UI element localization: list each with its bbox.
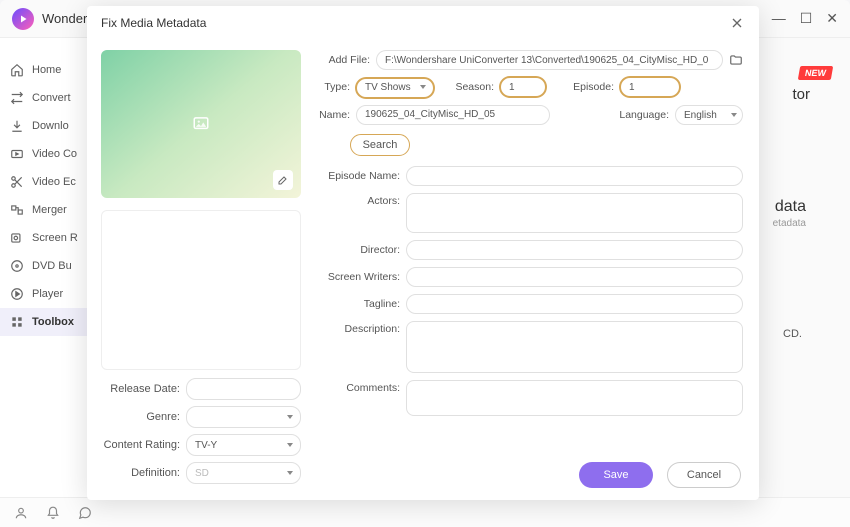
comments-input[interactable] <box>406 380 743 416</box>
image-icon <box>190 114 212 132</box>
sidebar-item-label: Video Co <box>32 148 77 160</box>
description-label: Description: <box>318 321 406 335</box>
name-input[interactable] <box>356 105 550 125</box>
save-button[interactable]: Save <box>579 462 653 488</box>
episode-label: Episode: <box>556 81 620 93</box>
grid-icon <box>10 315 24 329</box>
folder-icon[interactable] <box>729 53 743 67</box>
comments-label: Comments: <box>318 380 406 394</box>
sidebar-item-label: DVD Bu <box>32 260 72 272</box>
partial-text-cd: CD. <box>783 328 802 340</box>
sidebar-item-dvd-burner[interactable]: DVD Bu <box>0 252 91 280</box>
season-label: Season: <box>444 81 500 93</box>
scissors-icon <box>10 175 24 189</box>
home-icon <box>10 63 24 77</box>
record-icon <box>10 231 24 245</box>
sidebar-item-video-compressor[interactable]: Video Co <box>0 140 91 168</box>
definition-label: Definition: <box>101 467 186 479</box>
content-rating-select[interactable] <box>186 434 301 456</box>
sidebar-item-label: Toolbox <box>32 316 74 328</box>
merge-icon <box>10 203 24 217</box>
new-badge: NEW <box>798 66 833 80</box>
app-logo <box>12 8 34 30</box>
sidebar-item-toolbox[interactable]: Toolbox <box>0 308 91 336</box>
sidebar-item-home[interactable]: Home <box>0 56 91 84</box>
content-rating-label: Content Rating: <box>101 439 186 451</box>
sidebar-item-label: Screen R <box>32 232 78 244</box>
type-label: Type: <box>318 81 356 93</box>
sidebar: Home Convert Downlo Video Co Video Ec Me… <box>0 38 92 527</box>
genre-select[interactable] <box>186 406 301 428</box>
sidebar-item-label: Video Ec <box>32 176 76 188</box>
close-button[interactable]: ✕ <box>826 10 838 27</box>
add-file-label: Add File: <box>318 54 376 66</box>
release-date-input[interactable] <box>186 378 301 400</box>
add-file-input[interactable] <box>376 50 723 70</box>
genre-label: Genre: <box>101 411 186 423</box>
sidebar-item-video-editor[interactable]: Video Ec <box>0 168 91 196</box>
modal-title: Fix Media Metadata <box>101 16 206 30</box>
episode-name-input[interactable] <box>406 166 743 186</box>
convert-icon <box>10 91 24 105</box>
screen-writers-input[interactable] <box>406 267 743 287</box>
language-label: Language: <box>603 109 675 121</box>
fix-metadata-modal: Fix Media Metadata Release Date: Genre: … <box>87 6 759 500</box>
definition-select[interactable] <box>186 462 301 484</box>
edit-thumbnail-button[interactable] <box>273 170 293 190</box>
disc-icon <box>10 259 24 273</box>
feedback-icon[interactable] <box>78 506 92 520</box>
director-input[interactable] <box>406 240 743 260</box>
tagline-input[interactable] <box>406 294 743 314</box>
partial-text-tor: tor <box>792 86 810 103</box>
maximize-button[interactable]: ☐ <box>800 10 813 27</box>
director-label: Director: <box>318 244 406 256</box>
sidebar-item-player[interactable]: Player <box>0 280 91 308</box>
actors-label: Actors: <box>318 193 406 207</box>
season-input[interactable] <box>500 77 546 97</box>
media-thumbnail <box>101 50 301 198</box>
download-icon <box>10 119 24 133</box>
description-input[interactable] <box>406 321 743 373</box>
status-bar <box>0 497 850 527</box>
language-select[interactable] <box>675 105 743 125</box>
play-icon <box>10 287 24 301</box>
minimize-button[interactable]: — <box>772 10 786 27</box>
app-title: Wonder <box>42 11 87 26</box>
actors-input[interactable] <box>406 193 743 233</box>
name-label: Name: <box>318 109 356 121</box>
release-date-label: Release Date: <box>101 383 186 395</box>
bell-icon[interactable] <box>46 506 60 520</box>
search-button[interactable]: Search <box>350 134 410 156</box>
sidebar-item-label: Player <box>32 288 63 300</box>
modal-close-button[interactable] <box>729 15 745 31</box>
compress-icon <box>10 147 24 161</box>
sidebar-item-merger[interactable]: Merger <box>0 196 91 224</box>
episode-name-label: Episode Name: <box>318 170 406 182</box>
sidebar-item-label: Merger <box>32 204 67 216</box>
screen-writers-label: Screen Writers: <box>318 271 406 283</box>
user-icon[interactable] <box>14 506 28 520</box>
cancel-button[interactable]: Cancel <box>667 462 741 488</box>
tagline-label: Tagline: <box>318 298 406 310</box>
sidebar-item-downloader[interactable]: Downlo <box>0 112 91 140</box>
episode-input[interactable] <box>620 77 680 97</box>
sidebar-item-label: Convert <box>32 92 71 104</box>
partial-text-etadata: etadata <box>773 218 806 229</box>
type-select[interactable] <box>356 78 434 98</box>
sidebar-item-label: Home <box>32 64 61 76</box>
sidebar-item-screen-recorder[interactable]: Screen R <box>0 224 91 252</box>
sidebar-item-converter[interactable]: Convert <box>0 84 91 112</box>
sidebar-item-label: Downlo <box>32 120 69 132</box>
info-placeholder <box>101 210 301 370</box>
